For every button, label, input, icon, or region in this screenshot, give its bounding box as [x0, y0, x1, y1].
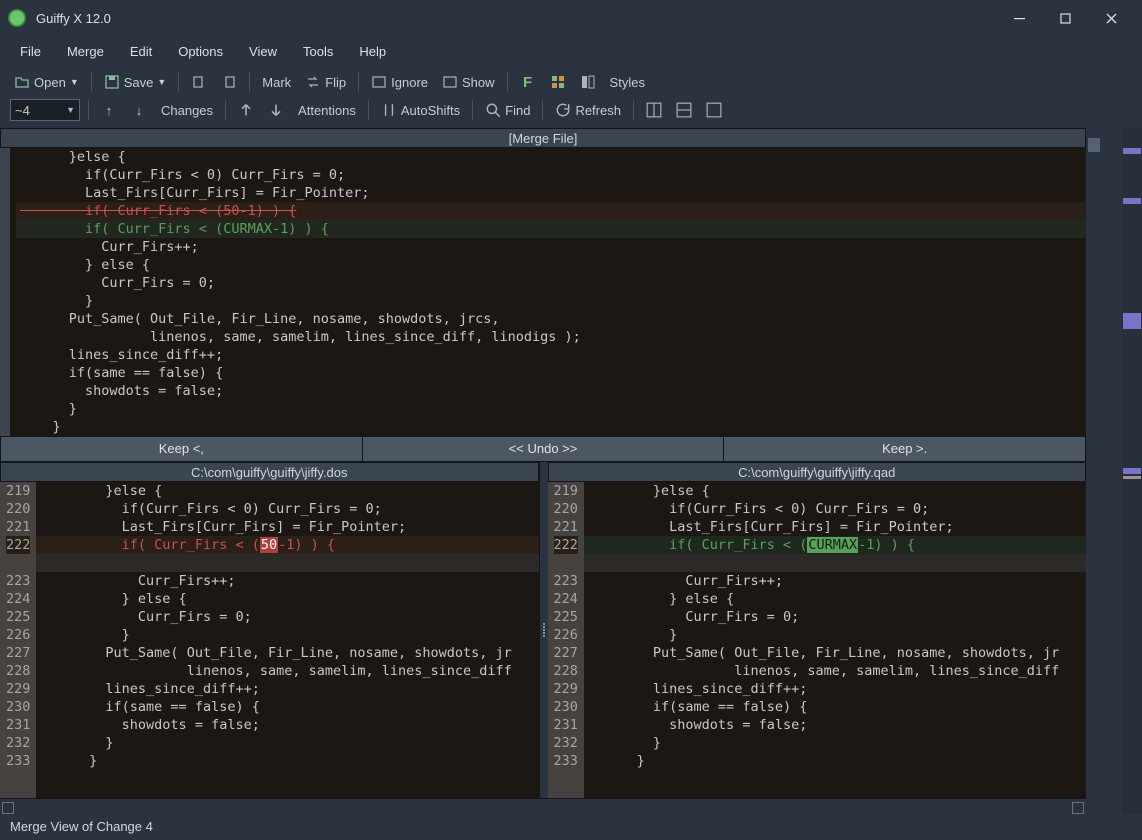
window-title: Guiffy X 12.0 [36, 11, 111, 26]
attentions-label: Attentions [294, 101, 360, 120]
change-combo-value: ~4 [15, 103, 30, 118]
grid-icon [550, 74, 566, 90]
ignore-icon [371, 74, 387, 90]
chevron-down-icon: ▼ [66, 105, 75, 115]
next-attention-button[interactable] [264, 100, 288, 120]
toolbar: Open ▼ Save ▼ Mark Flip Ignore Show F St… [0, 66, 1142, 128]
search-icon [485, 102, 501, 118]
view-layout3-button[interactable] [702, 100, 726, 120]
menu-tools[interactable]: Tools [293, 40, 343, 63]
close-button[interactable] [1088, 0, 1134, 36]
copy-right-button[interactable] [217, 72, 241, 92]
arrow-down-icon [268, 102, 284, 118]
styles-button[interactable]: Styles [606, 73, 649, 92]
right-file-path: C:\com\guiffy\guiffy\jiffy.qad [548, 462, 1087, 482]
editor-area: [Merge File] }else { if(Curr_Firs < 0) C… [0, 128, 1086, 814]
grid-button[interactable] [546, 72, 570, 92]
open-icon [14, 74, 30, 90]
open-label: Open [34, 75, 66, 90]
vertical-scrollbar[interactable] [1086, 128, 1102, 814]
maximize-button[interactable] [1042, 0, 1088, 36]
minimize-button[interactable] [996, 0, 1042, 36]
right-file-pane: C:\com\guiffy\guiffy\jiffy.qad 219220221… [548, 462, 1087, 798]
app-icon [8, 9, 26, 27]
styles-label: Styles [610, 75, 645, 90]
format-button[interactable]: F [516, 72, 540, 92]
horizontal-scrollbar[interactable] [0, 798, 1086, 814]
menu-edit[interactable]: Edit [120, 40, 162, 63]
chevron-down-icon: ▼ [70, 77, 79, 87]
copy-left-button[interactable] [187, 72, 211, 92]
autoshifts-label: AutoShifts [401, 103, 460, 118]
right-gutter: 219220221222 223224225226227228229230231… [548, 482, 584, 798]
status-text: Merge View of Change 4 [10, 819, 153, 834]
prev-change-button[interactable]: ↑ [97, 100, 121, 120]
menubar: File Merge Edit Options View Tools Help [0, 36, 1142, 66]
save-button[interactable]: Save ▼ [100, 72, 171, 92]
flip-label: Flip [325, 75, 346, 90]
find-button[interactable]: Find [481, 100, 534, 120]
mark-button[interactable]: Mark [258, 73, 295, 92]
format-icon: F [520, 74, 536, 90]
change-combo[interactable]: ~4 ▼ [10, 99, 80, 121]
left-gutter: 219220221222 223224225226227228229230231… [0, 482, 36, 798]
right-code-view[interactable]: }else { if(Curr_Firs < 0) Curr_Firs = 0;… [584, 482, 1086, 798]
view-layout1-button[interactable] [642, 100, 666, 120]
left-file-pane: C:\com\guiffy\guiffy\jiffy.dos 219220221… [0, 462, 540, 798]
statusbar: Merge View of Change 4 [0, 814, 1142, 840]
menu-help[interactable]: Help [349, 40, 396, 63]
copy-icon [221, 74, 237, 90]
flip-button[interactable]: Flip [301, 72, 350, 92]
right-rail [1086, 128, 1122, 814]
merge-pane-title: [Merge File] [0, 128, 1086, 148]
find-label: Find [505, 103, 530, 118]
open-button[interactable]: Open ▼ [10, 72, 83, 92]
arrow-down-icon: ↓ [131, 102, 147, 118]
swap-icon [305, 74, 321, 90]
keep-left-button[interactable]: Keep <, [1, 437, 363, 461]
menu-file[interactable]: File [10, 40, 51, 63]
save-label: Save [124, 75, 154, 90]
show-icon [442, 74, 458, 90]
menu-view[interactable]: View [239, 40, 287, 63]
autoshifts-button[interactable]: AutoShifts [377, 100, 464, 120]
layout-icon [646, 102, 662, 118]
chevron-down-icon: ▼ [157, 77, 166, 87]
copy-icon [191, 74, 207, 90]
arrow-up-icon [238, 102, 254, 118]
layout-icon [706, 102, 722, 118]
layout-icon [676, 102, 692, 118]
refresh-icon [555, 102, 571, 118]
left-file-path: C:\com\guiffy\guiffy\jiffy.dos [0, 462, 539, 482]
arrow-up-icon: ↑ [101, 102, 117, 118]
ignore-label: Ignore [391, 75, 428, 90]
view-layout2-button[interactable] [672, 100, 696, 120]
menu-options[interactable]: Options [168, 40, 233, 63]
ignore-button[interactable]: Ignore [367, 72, 432, 92]
vertical-splitter[interactable] [540, 462, 548, 798]
show-button[interactable]: Show [438, 72, 499, 92]
left-code-view[interactable]: }else { if(Curr_Firs < 0) Curr_Firs = 0;… [36, 482, 538, 798]
next-change-button[interactable]: ↓ [127, 100, 151, 120]
titlebar: Guiffy X 12.0 [0, 0, 1142, 36]
autoshift-icon [381, 102, 397, 118]
refresh-button[interactable]: Refresh [551, 100, 625, 120]
merge-code-view[interactable]: }else { if(Curr_Firs < 0) Curr_Firs = 0;… [0, 148, 1086, 436]
menu-merge[interactable]: Merge [57, 40, 114, 63]
save-icon [104, 74, 120, 90]
show-label: Show [462, 75, 495, 90]
mark-label: Mark [262, 75, 291, 90]
refresh-label: Refresh [575, 103, 621, 118]
changes-label: Changes [157, 101, 217, 120]
undo-button[interactable]: << Undo >> [363, 437, 725, 461]
prev-attention-button[interactable] [234, 100, 258, 120]
keep-right-button[interactable]: Keep >. [724, 437, 1085, 461]
layout-icon [580, 74, 596, 90]
layout-button[interactable] [576, 72, 600, 92]
merge-action-bar: Keep <, << Undo >> Keep >. [0, 436, 1086, 462]
minimap[interactable] [1122, 128, 1142, 814]
